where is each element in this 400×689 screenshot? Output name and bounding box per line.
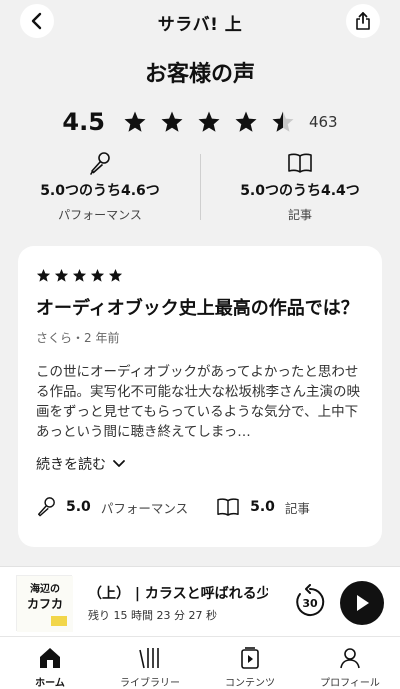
share-button[interactable] (346, 4, 380, 38)
star-icon (124, 111, 146, 132)
microphone-icon (38, 497, 55, 517)
skip-back-button[interactable]: 30 (292, 584, 328, 620)
tab-home[interactable]: ホーム (0, 637, 100, 689)
review-stars (36, 268, 364, 284)
top-bar: サラバ! 上 (0, 0, 400, 44)
performance-rating: 5.0つのうち4.6つ パフォーマンス (0, 150, 200, 223)
star-icon (72, 268, 87, 282)
content-icon (238, 645, 262, 671)
story-rating: 5.0つのうち4.4つ 記事 (200, 150, 400, 223)
play-icon (357, 595, 369, 611)
share-icon (356, 12, 370, 30)
overall-rating: 4.5 463 (0, 104, 400, 140)
review-scores: 5.0 パフォーマンス 5.0 記事 (36, 496, 364, 518)
chevron-down-icon (113, 460, 125, 467)
microphone-icon (0, 150, 200, 176)
performance-score-label: パフォーマンス (100, 500, 189, 516)
page-title: お客様の声 (144, 62, 255, 87)
svg-text:カフカ: カフカ (27, 597, 63, 611)
tab-library[interactable]: ライブラリー (100, 637, 200, 689)
read-more-label: 続きを読む (36, 457, 106, 473)
back-button[interactable] (20, 4, 54, 38)
story-value: 5.0つのうち4.4つ (240, 183, 360, 199)
chevron-left-icon (31, 12, 42, 30)
review-card: オーディオブック史上最高の作品では？ さくら・2 年前 この世にオーディオブック… (18, 246, 382, 547)
tab-content[interactable]: コンテンツ (200, 637, 300, 689)
review-meta: さくら・2 年前 (36, 331, 120, 345)
profile-icon (338, 645, 362, 671)
tab-label: プロフィール (320, 678, 380, 689)
review-performance-score: 5.0 パフォーマンス (36, 496, 188, 518)
player-title: （上） | カラスと呼ばれる少 (88, 586, 268, 602)
book-cover[interactable]: 海辺の カフカ (16, 575, 73, 632)
tab-label: コンテンツ (225, 678, 275, 689)
story-score-label: 記事 (284, 500, 310, 516)
performance-value: 5.0つのうち4.6つ (40, 183, 160, 199)
star-icon (108, 268, 123, 282)
time-remaining: 残り 15 時間 23 分 27 秒 (88, 609, 217, 622)
star-icon (198, 111, 220, 132)
story-score: 5.0 (250, 499, 275, 515)
performance-score: 5.0 (66, 499, 91, 515)
review-story-score: 5.0 記事 (216, 497, 310, 517)
rating-count: 463 (308, 113, 338, 131)
svg-text:海辺の: 海辺の (30, 582, 60, 595)
star-icon (36, 268, 51, 282)
star-icon (235, 111, 257, 132)
play-button[interactable] (340, 581, 384, 625)
performance-label: パフォーマンス (58, 208, 142, 222)
tab-label: ホーム (35, 678, 65, 689)
tab-label: ライブラリー (120, 678, 180, 689)
star-icon (90, 268, 105, 282)
book-icon (200, 150, 400, 176)
star-icon (54, 268, 69, 282)
star-icon (161, 111, 183, 132)
header-title: サラバ! 上 (157, 14, 243, 35)
skip-seconds: 30 (302, 597, 318, 610)
rating-value: 4.5 (62, 108, 105, 136)
home-icon (38, 645, 62, 671)
tab-bar: ホーム ライブラリー コンテンツ プロフィール (0, 636, 400, 689)
tab-profile[interactable]: プロフィール (300, 637, 400, 689)
review-body: この世にオーディオブックがあってよかったと思わせる作品。実写化不可能な壮大な松坂… (36, 364, 360, 440)
read-more-button[interactable]: 続きを読む (36, 454, 364, 474)
star-icon (272, 111, 294, 132)
book-icon (217, 498, 239, 516)
library-icon (138, 645, 162, 671)
rating-stars (123, 110, 295, 134)
mini-player[interactable]: 海辺の カフカ （上） | カラスと呼ばれる少 残り 15 時間 23 分 27… (0, 566, 400, 636)
review-title: オーディオブック史上最高の作品では？ (36, 298, 359, 319)
story-label: 記事 (287, 208, 312, 222)
sub-ratings: 5.0つのうち4.6つ パフォーマンス 5.0つのうち4.4つ 記事 (0, 150, 400, 230)
rewind-30-icon: 30 (296, 584, 325, 616)
